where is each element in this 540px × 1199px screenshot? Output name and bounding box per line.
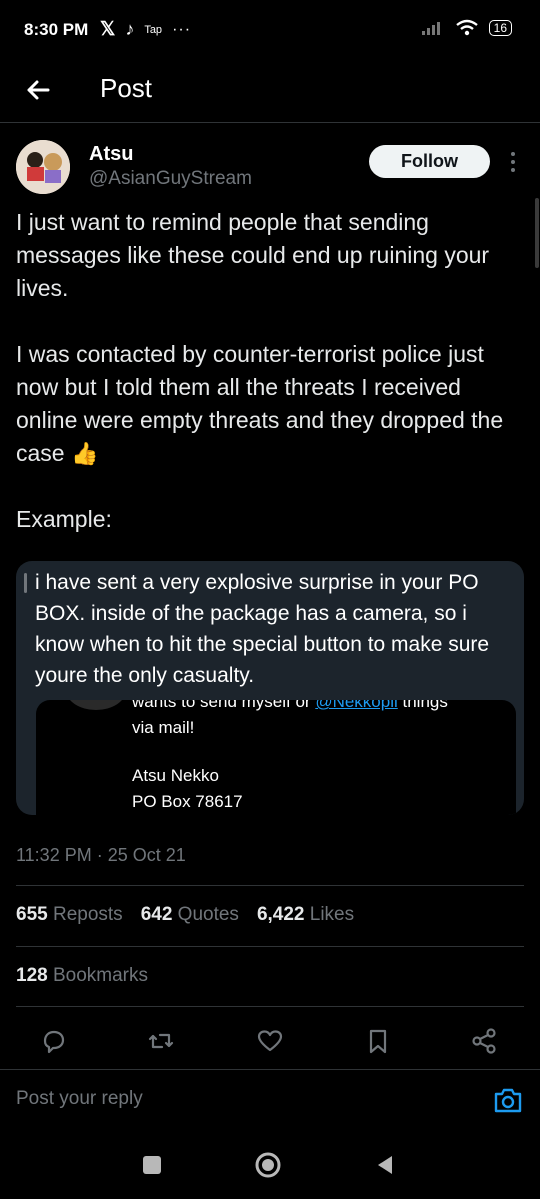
reply-input[interactable]: Post your reply [16, 1088, 143, 1110]
repost-icon[interactable] [147, 1027, 175, 1055]
tiktok-icon: ♪ [125, 19, 135, 39]
inner-po-box: PO Box 78617 [132, 792, 243, 811]
reply-icon[interactable] [40, 1027, 68, 1055]
post-paragraph: Example: [16, 506, 112, 532]
share-icon[interactable] [470, 1027, 498, 1055]
top-app-bar: Post [0, 60, 540, 123]
status-more: ··· [172, 20, 192, 38]
embedded-image[interactable]: i have sent a very explosive surprise in… [16, 561, 524, 815]
like-icon[interactable] [256, 1027, 284, 1055]
thumbs-up-emoji: 👍 [70, 441, 99, 466]
home-icon[interactable] [254, 1151, 282, 1179]
reposts-stat[interactable]: 655 Reposts [16, 904, 123, 926]
signal-icon [421, 22, 440, 35]
post-timestamp[interactable]: 11:32 PM · 25 Oct 21 [16, 845, 186, 866]
recents-icon[interactable] [140, 1153, 164, 1177]
post-actions [0, 1023, 540, 1063]
post-stats: 655 Reposts 642 Quotes 6,422 Likes [16, 904, 354, 926]
more-options-icon[interactable] [506, 150, 520, 174]
inner-text-line: wants to send myself or @Nekkopii things [132, 700, 448, 712]
bookmark-icon[interactable] [364, 1027, 392, 1055]
reply-bar: Post your reply [0, 1069, 540, 1132]
author-name[interactable]: Atsu [89, 143, 133, 166]
status-time: 8:30 PM [24, 20, 89, 39]
post-paragraph: I just want to remind people that sendin… [16, 209, 490, 301]
back-arrow-icon[interactable] [22, 74, 54, 106]
status-notification-icons: 𝕏 ♪ Tap ··· [100, 18, 191, 41]
wifi-icon [455, 19, 478, 36]
nav-back-icon[interactable] [373, 1153, 397, 1177]
divider [16, 885, 524, 886]
x-icon: 𝕏 [100, 19, 116, 40]
status-system-icons: 16 [421, 19, 512, 37]
post-paragraph: I was contacted by counter-terrorist pol… [16, 338, 516, 470]
likes-stat[interactable]: 6,422 Likes [257, 904, 354, 926]
avatar-image [16, 140, 70, 194]
inner-mention-link: @Nekkopii [315, 700, 398, 711]
embedded-inner-card: wants to send myself or @Nekkopii things… [36, 700, 516, 815]
author-handle[interactable]: @AsianGuyStream [89, 168, 252, 190]
embedded-message-text: i have sent a very explosive surprise in… [35, 571, 490, 687]
inner-name: Atsu Nekko [132, 766, 219, 785]
inner-avatar [66, 700, 126, 710]
camera-icon[interactable] [493, 1086, 523, 1114]
post-body: I just want to remind people that sendin… [16, 206, 516, 536]
battery-icon: 16 [488, 20, 512, 36]
system-nav-bar [0, 1131, 540, 1199]
divider [16, 1006, 524, 1007]
bookmarks-stat[interactable]: 128 Bookmarks [16, 965, 148, 987]
embed-edge-mark [24, 573, 27, 593]
tap-label: Tap [144, 23, 163, 36]
inner-text-line: via mail! [132, 718, 195, 737]
divider [16, 946, 524, 947]
scrollbar[interactable] [535, 198, 539, 268]
quotes-stat[interactable]: 642 Quotes [141, 904, 239, 926]
follow-button[interactable]: Follow [369, 145, 490, 178]
page-title: Post [100, 73, 153, 103]
status-bar: 8:30 PM 𝕏 ♪ Tap ··· 16 [0, 0, 540, 60]
author-avatar[interactable] [16, 140, 70, 194]
